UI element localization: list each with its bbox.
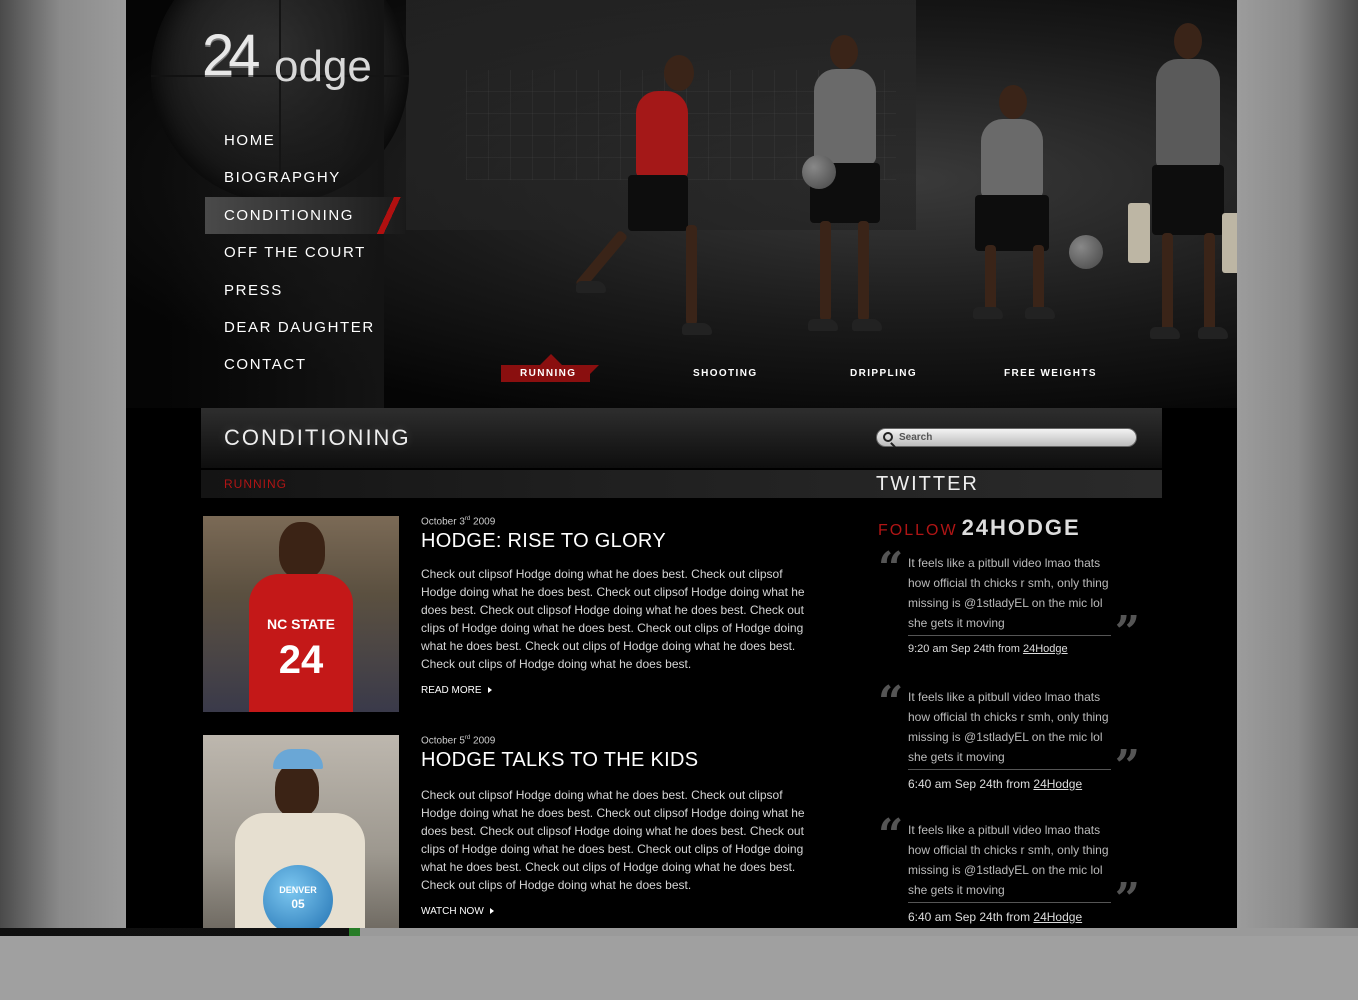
- article-item: DENVER 05 October 5rd 2009 HODGE TALKS T…: [203, 735, 823, 928]
- logo-word: odge: [274, 42, 372, 91]
- quote-close-icon: ”: [1114, 741, 1140, 792]
- follow-prefix: FOLLOW: [878, 522, 958, 539]
- nav-item-press[interactable]: PRESS: [205, 272, 405, 309]
- tweet-divider: [908, 635, 1111, 636]
- nav-item-off-the-court[interactable]: OFF THE COURT: [205, 234, 405, 271]
- player-free-weights: [1126, 23, 1237, 353]
- tweet-meta: 6:40 am Sep 24th from 24Hodge: [908, 777, 1083, 791]
- read-more-link[interactable]: READ MORE: [421, 685, 492, 696]
- twitter-heading: TWITTER: [876, 473, 979, 495]
- nav-item-conditioning[interactable]: CONDITIONING: [205, 196, 405, 235]
- watch-now-link[interactable]: WATCH NOW: [421, 906, 494, 917]
- ball-number: 05: [291, 897, 305, 911]
- search-box: [876, 428, 1137, 447]
- quote-open-icon: “: [878, 810, 904, 861]
- tweet-meta: 9:20 am Sep 24th from 24Hodge: [908, 643, 1068, 655]
- player-dribbling: [961, 85, 1103, 345]
- nav-item-home[interactable]: HOME: [205, 122, 405, 159]
- site-frame: 24 odge HOME BIOGRAPGHY CONDITIONING OFF…: [126, 0, 1237, 928]
- article-title[interactable]: HODGE: RISE TO GLORY: [421, 530, 666, 553]
- subnav-shooting[interactable]: SHOOTING: [693, 368, 758, 379]
- ball-text: DENVER: [279, 885, 317, 895]
- subnav-free-weights[interactable]: FREE WEIGHTS: [1004, 368, 1097, 379]
- page-title: CONDITIONING: [224, 425, 411, 450]
- tweet: “ It feels like a pitbull video lmao tha…: [878, 814, 1140, 928]
- section-label: RUNNING: [224, 477, 287, 491]
- jersey-number: 24: [278, 638, 324, 682]
- sub-nav: RUNNING SHOOTING DRIPPLING FREE WEIGHTS: [501, 354, 1201, 386]
- tweet: “ It feels like a pitbull video lmao tha…: [878, 547, 1140, 663]
- tweet-source-link[interactable]: 24Hodge: [1033, 777, 1082, 791]
- tweet-meta: 6:40 am Sep 24th from 24Hodge: [908, 910, 1083, 924]
- article-thumbnail[interactable]: DENVER 05: [203, 735, 399, 928]
- quote-close-icon: ”: [1114, 874, 1140, 925]
- article-date: October 3rd 2009: [421, 516, 496, 528]
- quote-open-icon: “: [878, 677, 904, 728]
- tweet-text: It feels like a pitbull video lmao thats…: [908, 823, 1109, 897]
- site-logo[interactable]: 24 odge: [202, 22, 382, 102]
- jersey-text: NC STATE: [267, 616, 335, 632]
- article-thumbnail[interactable]: NC STATE 24: [203, 516, 399, 712]
- player-shooting: [796, 35, 896, 345]
- article-body: Check out clipsof Hodge doing what he do…: [421, 788, 805, 892]
- tweet-divider: [908, 769, 1111, 770]
- follow-handle: 24HODGE: [961, 515, 1081, 540]
- section-band: RUNNING TWITTER: [201, 470, 1162, 498]
- quote-open-icon: “: [878, 543, 904, 594]
- tweet-text: It feels like a pitbull video lmao thats…: [908, 556, 1109, 630]
- nav-item-biography[interactable]: BIOGRAPGHY: [205, 159, 405, 196]
- tweet-source-link[interactable]: 24Hodge: [1033, 910, 1082, 924]
- tweet: “ It feels like a pitbull video lmao tha…: [878, 681, 1140, 797]
- players-photo: [446, 15, 1237, 360]
- search-icon: [883, 432, 893, 442]
- player-running: [574, 55, 716, 345]
- follow-link[interactable]: FOLLOW 24HODGE: [878, 515, 1081, 541]
- tweet-divider: [908, 902, 1111, 903]
- article-title[interactable]: HODGE TALKS TO THE KIDS: [421, 749, 698, 772]
- article-date: October 5rd 2009: [421, 735, 496, 747]
- footer-strip: [0, 936, 1358, 1000]
- nav-item-dear-daughter[interactable]: DEAR DAUGHTER: [205, 309, 405, 346]
- article-item: NC STATE 24 October 3rd 2009 HODGE: RISE…: [203, 516, 823, 716]
- logo-number: 24: [202, 23, 260, 88]
- main-nav: HOME BIOGRAPGHY CONDITIONING OFF THE COU…: [205, 122, 405, 384]
- subnav-running[interactable]: RUNNING: [501, 354, 600, 382]
- search-input[interactable]: [899, 430, 1129, 445]
- article-body: Check out clipsof Hodge doing what he do…: [421, 567, 805, 671]
- footer-accent: [0, 928, 360, 936]
- header: 24 odge HOME BIOGRAPGHY CONDITIONING OFF…: [126, 0, 1237, 408]
- nav-item-contact[interactable]: CONTACT: [205, 346, 405, 383]
- title-band: CONDITIONING: [201, 408, 1162, 468]
- tweet-source-link[interactable]: 24Hodge: [1023, 643, 1068, 655]
- tweet-text: It feels like a pitbull video lmao thats…: [908, 690, 1109, 764]
- subnav-drippling[interactable]: DRIPPLING: [850, 368, 917, 379]
- quote-close-icon: ”: [1114, 607, 1140, 658]
